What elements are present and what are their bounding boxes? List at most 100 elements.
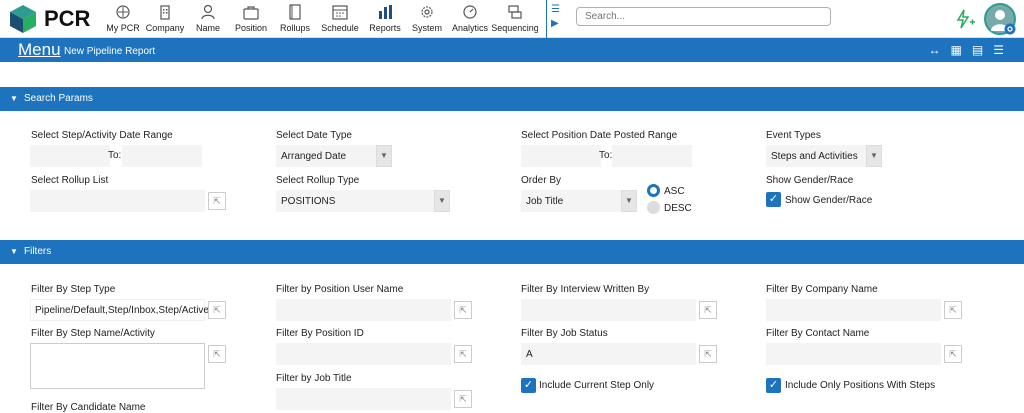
gender-race-label: Show Gender/Race	[766, 175, 854, 186]
bar-chart-icon	[379, 5, 392, 19]
asc-radio[interactable]	[647, 184, 660, 197]
section-title: Filters	[24, 246, 52, 257]
position-date-from-input[interactable]	[521, 145, 601, 167]
position-user-label: Filter by Position User Name	[276, 284, 404, 295]
order-by-label: Order By	[521, 175, 562, 186]
add-lightning-icon[interactable]	[954, 8, 976, 30]
search-input[interactable]	[576, 7, 831, 26]
position-id-input[interactable]	[276, 343, 451, 365]
settings-badge-icon[interactable]	[1004, 23, 1016, 35]
step-type-label: Filter By Step Type	[31, 284, 116, 295]
step-name-label: Filter By Step Name/Activity	[31, 328, 155, 339]
asc-label: ASC	[664, 186, 685, 197]
pcr-logo-icon	[10, 5, 36, 33]
lookup-icon[interactable]: ⇱	[454, 301, 472, 319]
nav-name[interactable]: Name	[188, 0, 228, 38]
nav-position[interactable]: Position	[228, 0, 274, 38]
calendar-icon	[332, 5, 348, 20]
step-date-from-input[interactable]	[30, 145, 110, 167]
nav-label: System	[411, 23, 442, 33]
nav-schedule[interactable]: Schedule	[316, 0, 364, 38]
nav-label: Name	[195, 23, 220, 33]
interview-by-input[interactable]	[521, 299, 696, 321]
job-title-input[interactable]	[276, 388, 451, 410]
dropdown-arrow-icon[interactable]: ▼	[434, 190, 450, 212]
lookup-icon[interactable]: ⇱	[454, 390, 472, 408]
lookup-icon[interactable]: ⇱	[454, 345, 472, 363]
step-name-textarea[interactable]	[30, 343, 205, 389]
rollup-list-label: Select Rollup List	[31, 175, 109, 186]
nav-label: Position	[234, 23, 268, 33]
date-type-select[interactable]: Arranged Date	[276, 145, 376, 167]
rollups-icon	[289, 4, 301, 20]
event-types-select[interactable]: Steps and Activities	[766, 145, 866, 167]
nav-rollups[interactable]: Rollups	[274, 0, 316, 38]
lookup-icon[interactable]: ⇱	[699, 345, 717, 363]
dropdown-arrow-icon[interactable]: ▼	[621, 190, 637, 212]
job-status-label: Filter By Job Status	[521, 328, 608, 339]
position-date-range-label: Select Position Date Posted Range	[521, 130, 678, 141]
contact-name-input[interactable]	[766, 343, 941, 365]
briefcase-icon	[243, 6, 259, 20]
nav-analytics[interactable]: Analytics	[448, 0, 492, 38]
nav-label: Reports	[369, 23, 401, 33]
logo[interactable]: PCR	[8, 4, 90, 34]
lookup-icon[interactable]: ⇱	[944, 345, 962, 363]
rollup-type-select[interactable]: POSITIONS	[276, 190, 434, 212]
current-step-checkbox[interactable]: ✓	[521, 378, 536, 393]
order-by-select[interactable]: Job Title	[521, 190, 621, 212]
job-title-label: Filter by Job Title	[276, 373, 352, 384]
menu-link[interactable]: Menu	[18, 40, 61, 60]
nav-company[interactable]: Company	[142, 0, 188, 38]
nav-my-pcr[interactable]: My PCR	[104, 0, 142, 38]
lookup-icon[interactable]: ⇱	[208, 192, 226, 210]
rollup-type-label: Select Rollup Type	[276, 175, 360, 186]
step-date-range-label: Select Step/Activity Date Range	[31, 130, 173, 141]
contact-name-label: Filter By Contact Name	[766, 328, 870, 339]
gear-icon	[421, 6, 433, 18]
user-avatar[interactable]	[984, 3, 1016, 35]
only-positions-checkbox[interactable]: ✓	[766, 378, 781, 393]
lookup-icon[interactable]: ⇱	[944, 301, 962, 319]
step-date-to-input[interactable]	[122, 145, 202, 167]
date-type-label: Select Date Type	[276, 130, 352, 141]
candidate-name-label: Filter By Candidate Name	[31, 402, 146, 413]
excel-export-icon[interactable]: ▦	[951, 43, 962, 57]
desc-radio[interactable]	[647, 201, 660, 214]
dropdown-arrow-icon[interactable]: ▼	[866, 145, 882, 167]
collapse-list-icon[interactable]: ☰	[551, 4, 560, 15]
position-date-to-label: To:	[599, 150, 613, 161]
position-user-input[interactable]	[276, 299, 451, 321]
top-bar: PCR My PCR Company Name Position Rollups…	[0, 0, 1024, 38]
logo-text: PCR	[44, 6, 91, 31]
list-options-icon[interactable]: ☰	[993, 43, 1004, 57]
step-type-input[interactable]: Pipeline/Default,Step/Inbox,Step/Active	[30, 299, 209, 321]
nav-sequencing[interactable]: Sequencing	[492, 0, 538, 38]
company-name-input[interactable]	[766, 299, 941, 321]
nav-divider	[546, 0, 547, 38]
chevron-down-icon: ▼	[10, 247, 18, 256]
position-date-to-input[interactable]	[612, 145, 692, 167]
sequence-icon	[508, 5, 522, 19]
filters-header[interactable]: ▼ Filters	[0, 240, 1024, 264]
position-id-label: Filter By Position ID	[276, 328, 364, 339]
gender-race-checkbox[interactable]: ✓	[766, 192, 781, 207]
step-date-to-label: To:	[108, 150, 122, 161]
lookup-icon[interactable]: ⇱	[208, 345, 226, 363]
nav-system[interactable]: System	[406, 0, 448, 38]
only-positions-label: Include Only Positions With Steps	[785, 380, 936, 391]
expand-arrow-icon[interactable]: ▶	[551, 18, 559, 29]
nav-label: Analytics	[451, 23, 488, 33]
rollup-list-input[interactable]	[30, 190, 205, 212]
lookup-icon[interactable]: ⇱	[208, 301, 226, 319]
dropdown-arrow-icon[interactable]: ▼	[376, 145, 392, 167]
person-icon	[201, 4, 215, 20]
search-params-header[interactable]: ▼ Search Params	[0, 87, 1024, 111]
menubar-tools: ↔ ▦ ▤ ☰	[929, 43, 1004, 57]
lookup-icon[interactable]: ⇱	[699, 301, 717, 319]
grid-icon	[116, 5, 130, 19]
job-status-input[interactable]: A	[521, 343, 696, 365]
nav-reports[interactable]: Reports	[364, 0, 406, 38]
expand-width-icon[interactable]: ↔	[929, 43, 941, 57]
pdf-export-icon[interactable]: ▤	[972, 43, 983, 57]
